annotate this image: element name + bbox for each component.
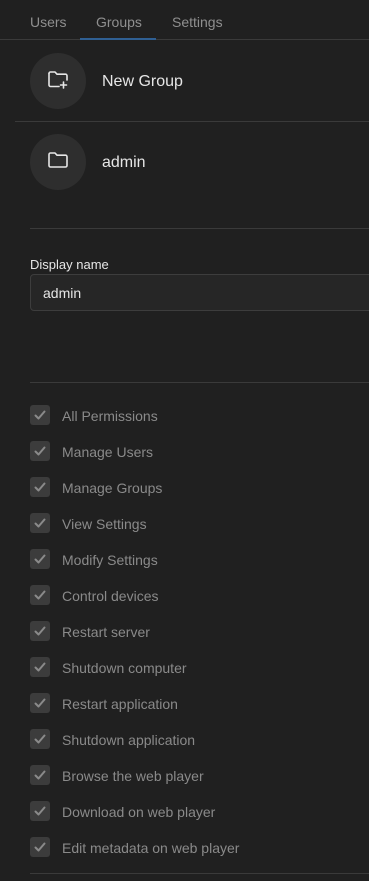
permission-checkbox[interactable] [30,405,50,425]
checkmark-icon [34,590,46,600]
permission-row[interactable]: Edit metadata on web player [30,830,369,866]
new-group-label: New Group [102,73,183,90]
permission-label: Manage Groups [62,480,163,496]
permission-checkbox[interactable] [30,729,50,749]
permission-label: Modify Settings [62,552,158,568]
permission-row[interactable]: Manage Users [30,434,369,470]
permission-checkbox[interactable] [30,693,50,713]
folder-icon [47,150,69,175]
checkmark-icon [34,554,46,564]
permission-label: Control devices [62,588,159,604]
group-item-admin[interactable]: admin [0,122,369,203]
permission-row[interactable]: Modify Settings [30,542,369,578]
checkmark-icon [34,446,46,456]
permission-checkbox[interactable] [30,801,50,821]
section-divider [30,873,369,874]
tab-settings[interactable]: Settings [172,14,223,30]
tab-users[interactable]: Users [30,14,67,30]
permission-checkbox[interactable] [30,585,50,605]
permission-row[interactable]: Restart application [30,686,369,722]
permission-row[interactable]: Control devices [30,578,369,614]
permission-label: Shutdown application [62,732,196,748]
permission-checkbox[interactable] [30,657,50,677]
checkmark-icon [34,518,46,528]
section-divider [30,382,369,383]
permission-row[interactable]: Shutdown computer [30,650,369,686]
permission-checkbox[interactable] [30,549,50,569]
checkmark-icon [34,770,46,780]
permission-checkbox[interactable] [30,477,50,497]
checkmark-icon [34,806,46,816]
permission-checkbox[interactable] [30,765,50,785]
checkmark-icon [34,626,46,636]
permission-label: Browse the web player [62,768,204,784]
permission-label: Manage Users [62,444,154,460]
display-name-label: Display name [30,257,109,272]
checkmark-icon [34,842,46,852]
group-avatar [30,134,86,190]
permission-row[interactable]: Download on web player [30,794,369,830]
new-group-avatar [30,53,86,109]
permission-checkbox[interactable] [30,837,50,857]
group-settings-page: Users Groups Settings New Group admin Di… [0,0,369,881]
active-tab-indicator [80,38,156,40]
tab-groups[interactable]: Groups [96,14,142,30]
checkmark-icon [34,482,46,492]
permission-checkbox[interactable] [30,621,50,641]
permission-label: Restart server [62,624,150,640]
folder-plus-icon [47,69,69,94]
permission-checkbox[interactable] [30,513,50,533]
tab-bar: Users Groups Settings [0,0,369,40]
checkmark-icon [34,698,46,708]
checkmark-icon [34,662,46,672]
permission-label: Shutdown computer [62,660,187,676]
permission-row[interactable]: Manage Groups [30,470,369,506]
permission-label: All Permissions [62,408,158,424]
permission-label: Download on web player [62,804,216,820]
permission-row[interactable]: View Settings [30,506,369,542]
permission-row[interactable]: All Permissions [30,398,369,434]
permission-label: Edit metadata on web player [62,840,240,856]
permission-row[interactable]: Restart server [30,614,369,650]
new-group-button[interactable]: New Group [0,41,369,122]
section-divider [30,228,369,229]
permission-row[interactable]: Browse the web player [30,758,369,794]
permission-label: Restart application [62,696,178,712]
permission-checkbox[interactable] [30,441,50,461]
checkmark-icon [34,410,46,420]
permission-row[interactable]: Shutdown application [30,722,369,758]
checkmark-icon [34,734,46,744]
display-name-input[interactable] [30,274,369,311]
group-name-label: admin [102,154,146,171]
permission-label: View Settings [62,516,147,532]
